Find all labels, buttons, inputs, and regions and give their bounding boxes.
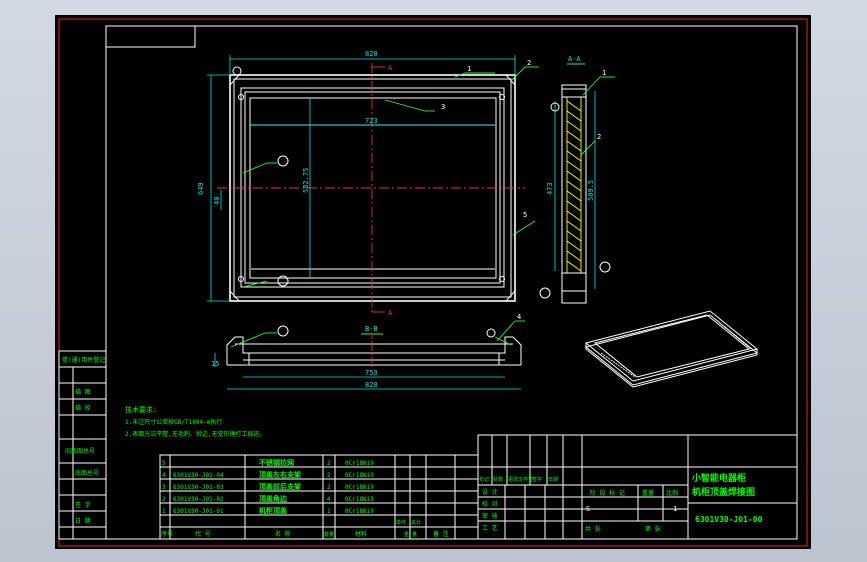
tb-scale-label: 比例 <box>666 489 678 497</box>
bom-header-material: 材料 <box>355 530 367 538</box>
tech-note-1: 1.未注尺寸公差按GB/T1804-m执行 <box>125 418 222 426</box>
bom-row-no: 1 <box>162 508 166 515</box>
strip-label-trace-check: 描 校 <box>75 404 91 412</box>
tb-sheets: 共 张 <box>585 525 601 533</box>
bom-row-qty: 2 <box>327 472 331 479</box>
bom-row-material: 0Cr18Ni9 <box>345 496 374 503</box>
balloon-front-5: 5 <box>523 211 527 219</box>
bom-row-qty: 2 <box>327 460 331 467</box>
bom-row-name: 顶盖角边 <box>259 494 288 503</box>
balloon-front-3: 3 <box>441 103 445 111</box>
tb-title-line1: 小智能电器柜 <box>691 472 746 484</box>
strip-label-trace: 描 图 <box>75 388 91 396</box>
tb-weight-label: 重量 <box>642 489 654 497</box>
bom-row-code: 6301V30-J01-04 <box>173 472 224 479</box>
tb-sign-label: 签字 <box>532 476 542 483</box>
bom-header-note: 备 注 <box>433 530 449 538</box>
bom-row-no: 4 <box>162 472 166 479</box>
bom-header-code: 代 号 <box>195 530 211 538</box>
bom-row-material: 0Cr18Ni9 <box>345 508 374 515</box>
tb-drawing-no: 6301V30-J01-00 <box>695 515 763 524</box>
bom-row-no: 2 <box>162 496 166 503</box>
tb-process-label: 工 艺 <box>482 524 498 532</box>
section-bb-title: B-B <box>365 325 378 333</box>
cad-drawing: 借(通)用件登记 描 图 描 校 旧底图总号 底图总号 签 字 日 期 A A … <box>58 18 808 547</box>
balloon-aa-1: 1 <box>602 69 606 77</box>
tb-stage-value: S <box>586 505 590 513</box>
corner-stamp-box <box>105 25 196 48</box>
tb-checker-label: 校 对 <box>482 500 498 508</box>
drawing-canvas: 借(通)用件登记 描 图 描 校 旧底图总号 底图总号 签 字 日 期 A A … <box>55 15 811 549</box>
balloon-front-1: 1 <box>467 65 471 73</box>
bom-row-material: 0Cr18Ni9 <box>345 484 374 491</box>
tech-note-2: 2.表面光洁平整,无毛刺、锐边,无变形锤打工痕迹。 <box>125 430 265 438</box>
tech-notes-title: 技术要求: <box>125 405 157 414</box>
tb-stage-label: 阶 段 标 记 <box>590 489 625 497</box>
section-mark-top: A <box>388 64 393 72</box>
tb-designer-label: 设 计 <box>482 488 498 496</box>
bom-row-qty: 4 <box>327 496 331 503</box>
dim-front-height: 649 <box>197 182 205 195</box>
bom-row-name: 顶盖前后支架 <box>259 482 301 491</box>
mesh-hatch <box>566 96 582 274</box>
tb-scale-value: 1 <box>673 505 677 513</box>
balloon-front-2: 2 <box>527 59 531 67</box>
dim-front-width: 820 <box>365 50 378 58</box>
bom-header-qty: 数量 <box>324 531 334 538</box>
dim-aa-outer: 509.5 <box>587 180 595 201</box>
strip-label-register: 借(通)用件登记 <box>62 356 105 364</box>
dim-bb-outer: 820 <box>365 381 378 389</box>
bom-row-name: 机柜顶盖 <box>259 506 287 515</box>
bom-row-code: 6301V30-J01-02 <box>173 496 224 503</box>
tb-title-line2: 机柜顶盖焊接图 <box>692 486 755 498</box>
balloon-aa-2: 2 <box>597 133 601 141</box>
tb-mark-label: 标记 <box>479 476 489 483</box>
bom-row-material: 0Cr18Ni9 <box>345 472 374 479</box>
bom-header-total: 总计 <box>411 519 421 526</box>
dim-aa-height: 473 <box>546 182 554 195</box>
tb-change-doc-label: 更改文件号 <box>508 476 533 483</box>
isometric-view <box>584 310 759 388</box>
bom-header-name: 名 称 <box>275 530 291 538</box>
bom-row-qty: 1 <box>327 508 331 515</box>
bom-row-no: 3 <box>162 484 166 491</box>
bom-row-code: 6301V30-J01-01 <box>173 508 224 515</box>
title-block: 标记 处数 更改文件号 签字 日期 设 计 校 对 审 核 工 艺 阶 段 标 … <box>477 434 798 540</box>
left-side-strip: 借(通)用件登记 描 图 描 校 旧底图总号 底图总号 签 字 日 期 <box>58 350 107 540</box>
bom-row-no: 5 <box>162 460 166 467</box>
tb-date-label: 日期 <box>548 477 558 483</box>
dim-bb-inner: 753 <box>365 369 378 377</box>
bom-row-name: 不锈钢拉网 <box>259 458 294 467</box>
bom-row-name: 顶盖左右支架 <box>259 470 301 479</box>
tb-count-label: 处数 <box>493 476 503 483</box>
strip-label-date: 日 期 <box>75 517 91 525</box>
bom-table: 5 不锈钢拉网 2 0Cr18Ni9 4 6301V30-J01-04 顶盖左右… <box>159 454 479 540</box>
dim-front-inner-width: 723 <box>365 117 378 125</box>
strip-label-old-base: 旧底图总号 <box>65 447 95 455</box>
front-view: A A 820 723 649 582.75 40 1 2 3 5 <box>197 50 551 317</box>
tb-sheet-no: 第 张 <box>645 525 661 533</box>
balloon-bb-4: 4 <box>517 313 521 321</box>
bom-row-material: 0Cr18Ni9 <box>345 460 374 467</box>
bom-row-code: 6301V30-J01-03 <box>173 484 224 491</box>
dim-bb-height: 15 <box>211 360 219 368</box>
bom-header-unit: 单件 <box>396 519 406 526</box>
tb-reviewer-label: 审 核 <box>482 512 498 520</box>
bom-header-weight: 重 量 <box>404 531 417 538</box>
section-aa-view: A-A 473 509.5 1 2 <box>546 55 615 304</box>
technical-notes: 技术要求: 1.未注尺寸公差按GB/T1804-m执行 2.表面光洁平整,无毛刺… <box>125 405 265 438</box>
bom-header-no: 序号 <box>161 530 173 538</box>
dim-front-inner-height: 582.75 <box>302 168 310 193</box>
dim-front-side: 40 <box>213 197 221 205</box>
section-mark-bottom: A <box>388 309 393 317</box>
bom-row-qty: 2 <box>327 484 331 491</box>
section-bb-view: B-B 15 753 820 4 <box>211 313 525 390</box>
strip-label-sign: 签 字 <box>75 501 91 509</box>
section-aa-title: A-A <box>568 55 581 63</box>
strip-label-base: 底图总号 <box>75 469 99 477</box>
